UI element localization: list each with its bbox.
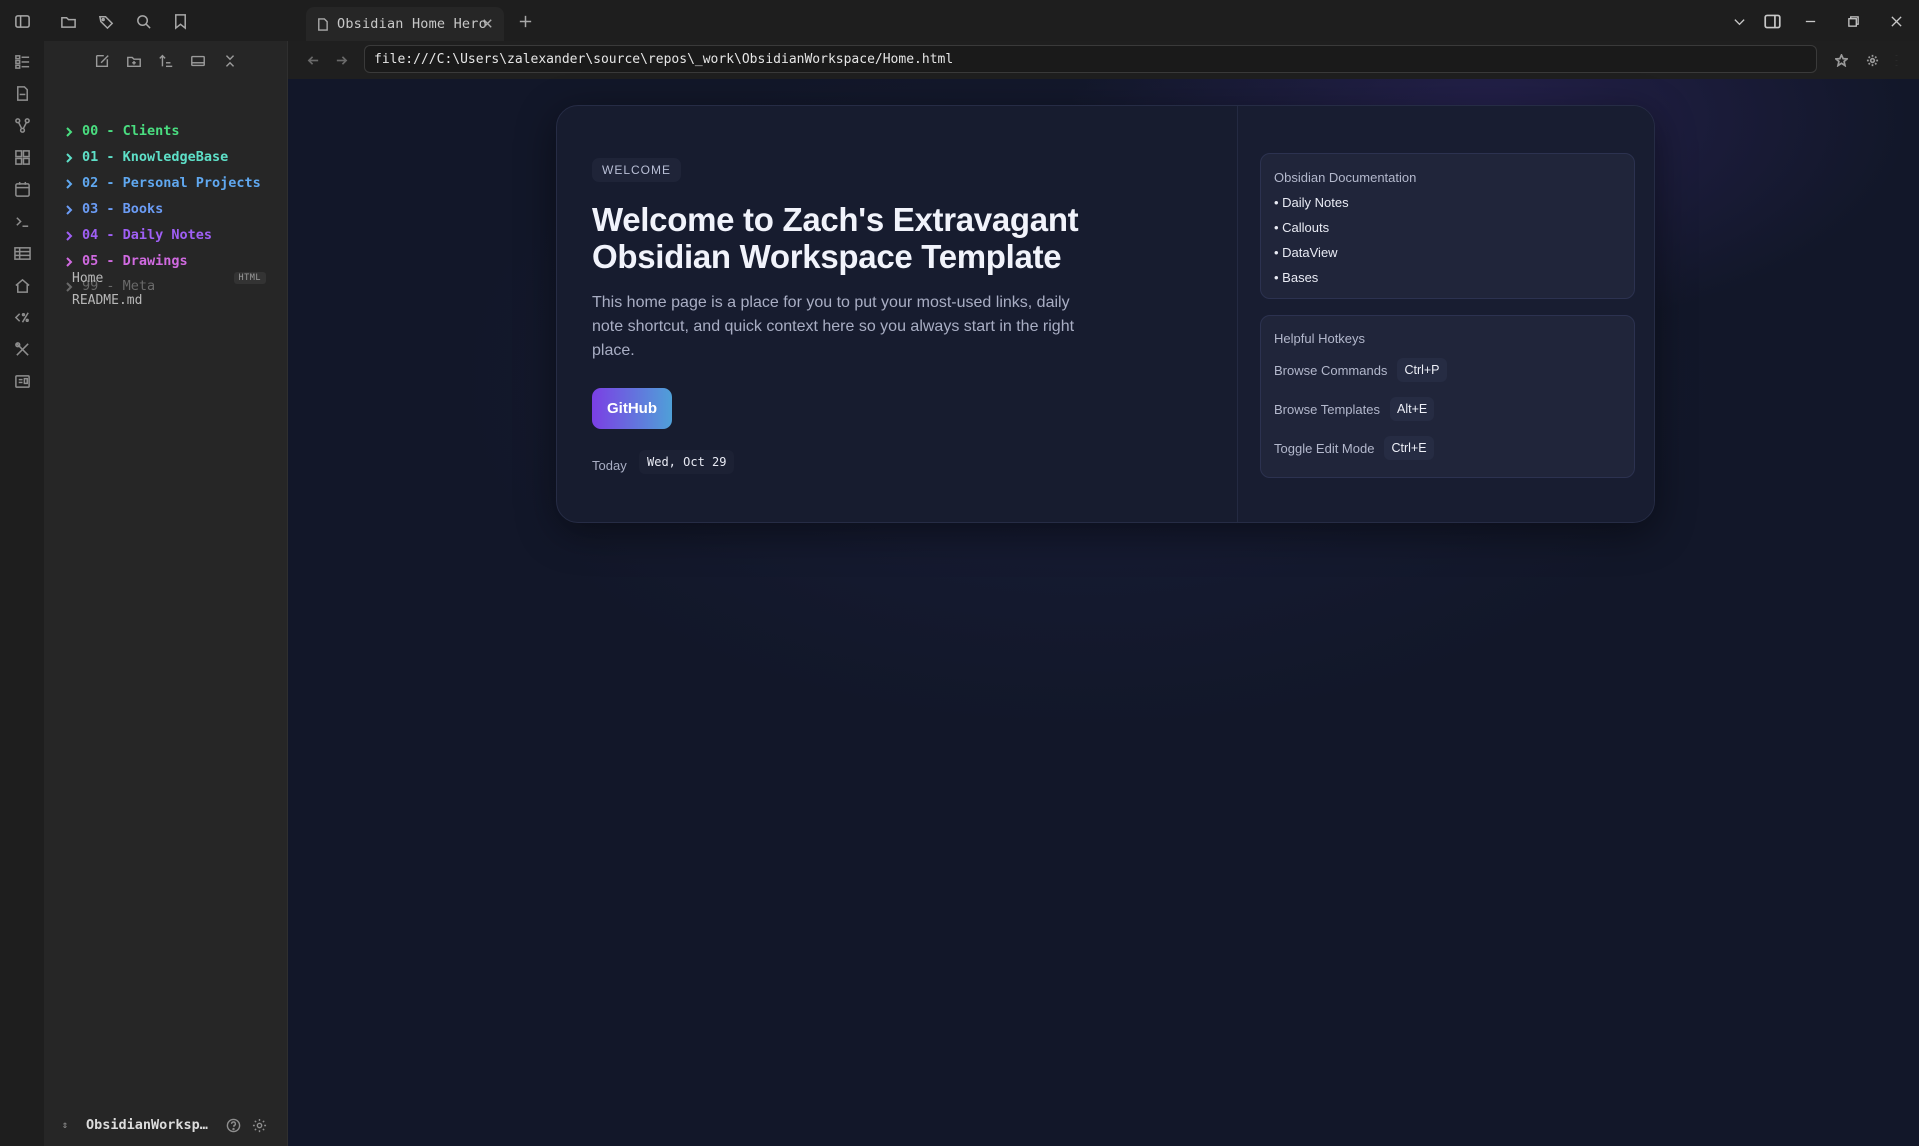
tags-icon[interactable] [95,10,117,32]
folder-item[interactable]: 02 - Personal Projects [64,172,261,194]
folder-icon[interactable] [57,10,79,32]
url-bar[interactable]: file:///C:\Users\zalexander\source\repos… [364,45,1817,73]
hotkey-label: Browse Commands [1274,362,1388,378]
folder-item[interactable]: 00 - Clients [64,120,180,142]
page-title: Welcome to Zach's Extravagant Obsidian W… [592,201,1079,275]
hotkey-key: Ctrl+P [1397,358,1447,382]
canvas-icon[interactable] [10,145,34,169]
close-icon[interactable] [481,17,494,30]
hero-card: WELCOME Welcome to Zach's Extravagant Ob… [556,105,1655,523]
folder-label: 00 - Clients [82,123,180,139]
chevron-right-icon [64,151,76,163]
back-arrow-icon[interactable] [303,50,323,70]
journal-icon[interactable] [10,369,34,393]
file-label: Home [72,270,104,286]
hero-intro: WELCOME Welcome to Zach's Extravagant Ob… [557,106,1237,522]
hotkey-row: Toggle Edit Mode Ctrl+E [1274,435,1434,461]
hotkeys-card: Helpful Hotkeys Browse Commands Ctrl+P B… [1260,315,1635,478]
file-icon [318,17,328,31]
today-label: Today [592,458,627,473]
more-options-icon[interactable] [1886,50,1906,70]
hotkey-label: Toggle Edit Mode [1274,440,1375,456]
forward-arrow-icon[interactable] [331,50,351,70]
tab-obsidian-home-hero[interactable]: Obsidian Home Hero [306,7,504,41]
chevron-right-icon [64,177,76,189]
open-file-icon[interactable] [10,81,34,105]
new-note-icon[interactable] [91,50,113,72]
settings-gear-icon[interactable] [252,1118,267,1133]
folder-item[interactable]: 01 - KnowledgeBase [64,146,228,168]
file-explorer: 00 - Clients 01 - KnowledgeBase 02 - Perso… [44,41,288,1146]
intro-text: This home page is a place for you to put… [592,294,1075,359]
star-icon[interactable] [1831,50,1851,70]
folder-label: 02 - Personal Projects [82,175,261,191]
table-icon[interactable] [10,241,34,265]
main-pane: file:///C:\Users\zalexander\source\repos… [288,41,1919,1146]
today-date: Wed, Oct 29 [639,450,735,474]
ribbon [0,41,44,1146]
doc-link-callouts[interactable]: • Callouts [1274,220,1329,235]
folder-item[interactable]: 04 - Daily Notes [64,224,212,246]
settings-icon[interactable] [1862,50,1882,70]
chevrons-up-down-icon: ⇕ [62,1119,69,1131]
folder-label: 04 - Daily Notes [82,227,213,243]
hotkey-key: Alt+E [1389,397,1435,421]
tab-label: Obsidian Home Hero [337,16,487,32]
sidebar-toggle-icon[interactable] [11,10,33,32]
folder-label: 03 - Books [82,201,164,217]
chevron-down-icon[interactable] [1727,10,1751,32]
chevron-right-icon [64,125,76,137]
new-folder-icon[interactable] [123,50,145,72]
page-content: WELCOME Welcome to Zach's Extravagant Ob… [288,79,1919,1146]
templater-icon[interactable] [10,305,34,329]
hotkey-row: Browse Templates Alt+E [1274,396,1435,422]
file-label: README.md [72,292,143,308]
window-close-icon[interactable] [1884,10,1908,32]
vault-name: ObsidianWorksp… [86,1117,208,1133]
sort-icon[interactable] [155,50,177,72]
tools-icon[interactable] [10,337,34,361]
welcome-pill: WELCOME [592,158,682,182]
doc-link-daily-notes[interactable]: • Daily Notes [1274,195,1349,210]
file-row-home[interactable]: Home HTML [72,267,284,289]
search-icon[interactable] [132,10,154,32]
title-bar: Obsidian Home Hero [0,0,1919,41]
home-icon[interactable] [10,273,34,297]
folder-item[interactable]: 03 - Books [64,198,163,220]
hotkeys-card-title: Helpful Hotkeys [1274,331,1366,346]
folder-label: 01 - KnowledgeBase [82,149,229,165]
plus-icon[interactable] [514,10,536,32]
chevron-right-icon [64,203,76,215]
github-button[interactable]: GitHub [592,388,672,429]
hotkey-label: Browse Templates [1274,401,1380,417]
terminal-icon[interactable] [10,209,34,233]
hero-sidebar: Obsidian Documentation • Daily Notes • C… [1237,106,1654,522]
help-icon[interactable] [226,1118,241,1133]
hotkey-key: Ctrl+E [1384,436,1434,460]
bookmark-icon[interactable] [169,10,191,32]
chevron-right-icon [64,255,76,267]
doc-link-bases[interactable]: • Bases [1274,270,1318,285]
calendar-icon[interactable] [10,177,34,201]
hotkey-row: Browse Commands Ctrl+P [1274,357,1447,383]
doc-link-dataview[interactable]: • DataView [1274,245,1338,260]
graph-icon[interactable] [10,113,34,137]
docs-card: Obsidian Documentation • Daily Notes • C… [1260,153,1635,299]
dashboard-icon[interactable] [10,49,34,73]
vault-switcher[interactable]: ⇕ ObsidianWorksp… [62,1110,286,1140]
collapse-view-icon[interactable] [187,50,209,72]
collapse-all-icon[interactable] [219,50,241,72]
file-type-badge: HTML [233,272,266,284]
restore-icon[interactable] [1841,10,1865,32]
right-sidebar-icon[interactable] [1760,10,1784,32]
web-viewer-navbar: file:///C:\Users\zalexander\source\repos… [288,41,1919,79]
chevron-right-icon [64,229,76,241]
minimize-icon[interactable] [1798,10,1822,32]
file-row-readme[interactable]: README.md [72,289,284,311]
docs-card-title: Obsidian Documentation [1274,170,1417,185]
